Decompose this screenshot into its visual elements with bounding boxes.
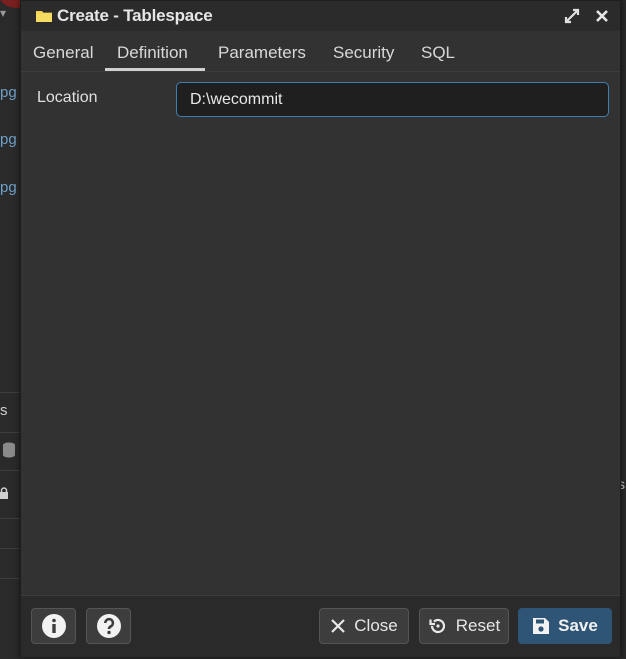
lock-icon — [0, 487, 8, 499]
background-text: s — [0, 402, 8, 419]
caret-down-icon: ▾ — [0, 6, 7, 20]
close-icon[interactable] — [593, 7, 611, 25]
save-icon — [533, 618, 550, 634]
dialog-footer: Close Reset Save — [21, 595, 620, 657]
reset-button-label: Reset — [455, 616, 501, 635]
x-icon — [331, 619, 346, 633]
divider — [0, 518, 20, 519]
dialog-titlebar[interactable]: Create - Tablespace — [21, 1, 620, 31]
save-button[interactable]: Save — [518, 608, 612, 644]
database-icon — [3, 442, 15, 458]
active-tab-indicator — [105, 68, 205, 71]
dialog-title: Create - Tablespace — [57, 6, 213, 25]
info-button[interactable] — [31, 608, 76, 644]
help-icon — [96, 614, 121, 638]
create-tablespace-dialog: Create - Tablespace General Definition P… — [20, 0, 621, 657]
background-link[interactable]: pg — [0, 131, 17, 148]
divider — [0, 432, 20, 433]
background-app-left: ▾ pg pg pg s — [0, 0, 20, 659]
divider — [0, 578, 20, 579]
location-input[interactable] — [176, 82, 609, 117]
divider — [0, 548, 20, 549]
reset-button[interactable]: Reset — [419, 608, 509, 644]
tab-general[interactable]: General — [33, 43, 93, 63]
location-label: Location — [37, 89, 98, 106]
divider — [0, 470, 20, 471]
folder-icon — [36, 11, 52, 22]
close-button[interactable]: Close — [319, 608, 409, 644]
tab-sql[interactable]: SQL — [421, 43, 455, 63]
background-link[interactable]: pg — [0, 179, 17, 196]
reset-icon — [429, 618, 445, 634]
help-button[interactable] — [86, 608, 131, 644]
expand-icon[interactable] — [563, 7, 581, 25]
tab-bar: General Definition Parameters Security S… — [21, 31, 620, 72]
divider — [0, 392, 20, 393]
save-button-label: Save — [558, 616, 598, 635]
tab-security[interactable]: Security — [333, 43, 394, 63]
tab-parameters[interactable]: Parameters — [218, 43, 306, 63]
background-link[interactable]: pg — [0, 84, 17, 101]
close-button-label: Close — [354, 616, 398, 635]
tab-definition[interactable]: Definition — [117, 43, 188, 63]
info-icon — [41, 614, 66, 638]
